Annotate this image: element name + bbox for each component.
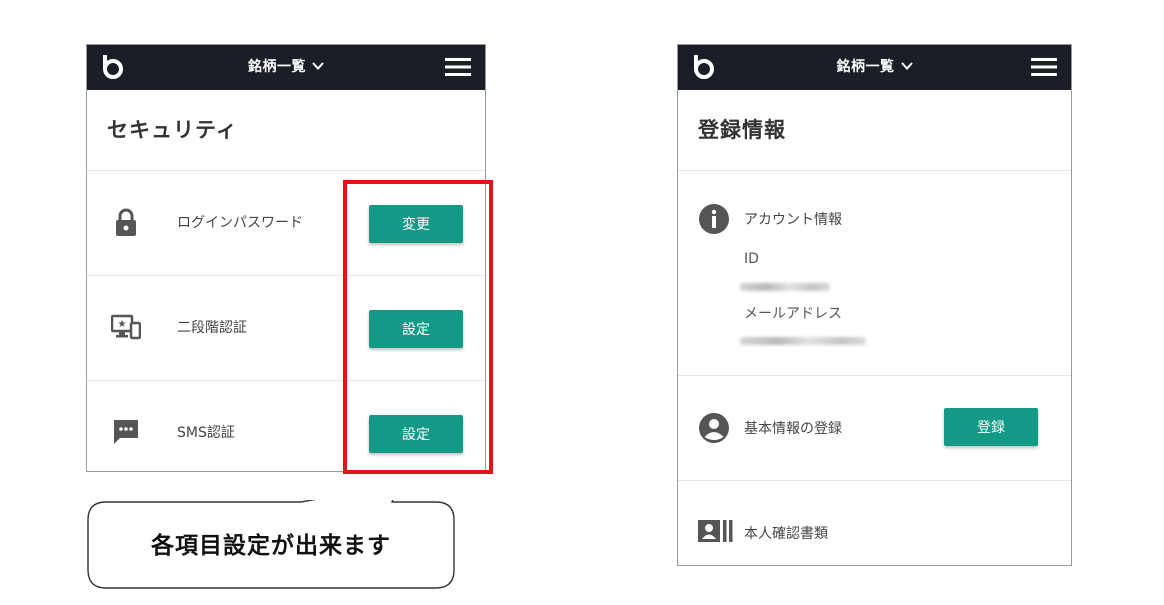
id-label: ID: [744, 251, 759, 267]
two-factor-settings-button[interactable]: 設定: [369, 310, 463, 348]
page-title: 登録情報: [678, 90, 1071, 171]
account-info-label: アカウント情報: [744, 212, 842, 228]
lock-icon: [116, 208, 136, 236]
app-header: 銘柄一覧: [678, 45, 1071, 90]
header-title: 銘柄一覧: [248, 59, 306, 75]
chat-message-icon: [114, 420, 138, 444]
two-factor-device-icon: ★: [111, 314, 141, 340]
basic-info-label: 基本情報の登録: [744, 421, 842, 437]
row-label: SMS認証: [177, 425, 235, 441]
registration-info-screen: 銘柄一覧 登録情報 アカウント情報 ID メールアドレス 基本情報の登録 登録 …: [677, 44, 1072, 566]
callout-bubble: 各項目設定が出来ます: [86, 500, 456, 590]
hamburger-menu-icon[interactable]: [1031, 57, 1057, 77]
identity-documents-label: 本人確認書類: [744, 526, 828, 542]
email-label: メールアドレス: [744, 306, 842, 322]
sms-settings-button[interactable]: 設定: [369, 415, 463, 453]
svg-text:★: ★: [118, 319, 127, 330]
chevron-down-icon: [900, 62, 913, 70]
change-password-button[interactable]: 変更: [369, 205, 463, 243]
row-label: ログインパスワード: [177, 215, 303, 231]
callout-text: 各項目設定が出来ます: [151, 533, 391, 559]
screenshot-stage: 銘柄一覧 セキュリティ ログインパスワード 変更 ★ 二段階認証 設定 SMS認…: [0, 0, 1164, 605]
identity-documents-section[interactable]: 本人確認書類: [678, 481, 1071, 565]
security-row-sms: SMS認証 設定: [87, 381, 485, 471]
id-card-icon: [698, 520, 733, 542]
app-header: 銘柄一覧: [87, 45, 485, 90]
person-icon: [699, 413, 729, 443]
page-title: セキュリティ: [87, 90, 485, 171]
email-value-redacted: [740, 337, 866, 345]
header-title: 銘柄一覧: [836, 59, 895, 75]
info-icon: [699, 204, 729, 234]
security-screen: 銘柄一覧 セキュリティ ログインパスワード 変更 ★ 二段階認証 設定 SMS認…: [86, 44, 486, 472]
account-info-section: アカウント情報 ID メールアドレス: [678, 171, 1071, 376]
security-row-two-factor: ★ 二段階認証 設定: [87, 276, 485, 381]
security-row-password: ログインパスワード 変更: [87, 171, 485, 276]
chevron-down-icon: [312, 62, 324, 70]
basic-info-section: 基本情報の登録 登録: [678, 376, 1071, 481]
stock-list-dropdown[interactable]: 銘柄一覧: [678, 45, 1071, 90]
id-value-redacted: [740, 283, 830, 291]
stock-list-dropdown[interactable]: 銘柄一覧: [87, 45, 485, 90]
hamburger-menu-icon[interactable]: [445, 57, 471, 77]
row-label: 二段階認証: [177, 320, 247, 336]
register-button[interactable]: 登録: [944, 408, 1038, 446]
